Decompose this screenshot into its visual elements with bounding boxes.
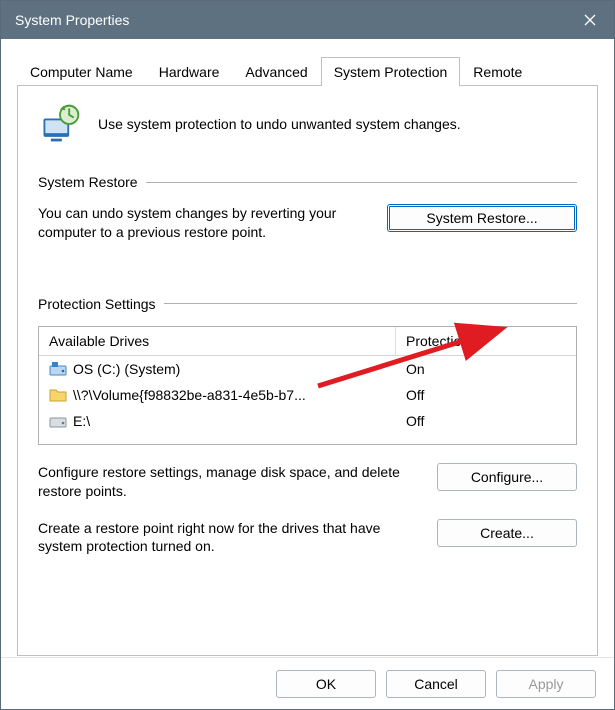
drives-header: Available Drives Protection <box>39 327 576 356</box>
create-row: Create a restore point right now for the… <box>38 519 577 557</box>
system-restore-text: You can undo system changes by reverting… <box>38 204 371 242</box>
col-header-drives[interactable]: Available Drives <box>39 327 396 355</box>
intro-row: Use system protection to undo unwanted s… <box>38 102 577 146</box>
group-divider <box>146 182 577 183</box>
group-label-protection-settings: Protection Settings <box>38 296 156 312</box>
drive-protection: Off <box>396 387 576 403</box>
create-text: Create a restore point right now for the… <box>38 519 421 557</box>
ok-button[interactable]: OK <box>276 670 376 698</box>
apply-button[interactable]: Apply <box>496 670 596 698</box>
window-title: System Properties <box>15 12 129 28</box>
tab-system-protection[interactable]: System Protection <box>321 57 461 86</box>
folder-icon <box>49 387 67 403</box>
group-system-restore: System Restore You can undo system chang… <box>38 174 577 242</box>
drive-name: \\?\Volume{f98832be-a831-4e5b-b7... <box>73 387 306 403</box>
cancel-button[interactable]: Cancel <box>386 670 486 698</box>
col-header-protection[interactable]: Protection <box>396 327 576 355</box>
configure-row: Configure restore settings, manage disk … <box>38 463 577 501</box>
table-row[interactable]: E:\ Off <box>39 408 576 434</box>
titlebar[interactable]: System Properties <box>1 1 614 39</box>
drive-name: OS (C:) (System) <box>73 361 180 377</box>
configure-button[interactable]: Configure... <box>437 463 577 491</box>
tab-panel-system-protection: Use system protection to undo unwanted s… <box>17 85 598 656</box>
dialog-footer: OK Cancel Apply <box>1 657 614 709</box>
table-row[interactable]: OS (C:) (System) On <box>39 356 576 382</box>
tab-hardware[interactable]: Hardware <box>146 57 233 86</box>
close-button[interactable] <box>566 1 614 39</box>
drive-name: E:\ <box>73 413 90 429</box>
tab-advanced[interactable]: Advanced <box>232 57 320 86</box>
intro-text: Use system protection to undo unwanted s… <box>98 116 577 132</box>
create-button[interactable]: Create... <box>437 519 577 547</box>
group-divider <box>164 303 577 304</box>
disk-system-icon <box>49 361 67 377</box>
tabstrip: Computer Name Hardware Advanced System P… <box>1 39 614 86</box>
drive-protection: Off <box>396 413 576 429</box>
close-icon <box>584 14 596 26</box>
group-label-system-restore: System Restore <box>38 174 138 190</box>
system-properties-window: System Properties Computer Name Hardware… <box>0 0 615 710</box>
system-restore-button[interactable]: System Restore... <box>387 204 577 232</box>
drive-protection: On <box>396 361 576 377</box>
disk-icon <box>49 413 67 429</box>
system-protection-icon <box>38 102 82 146</box>
configure-text: Configure restore settings, manage disk … <box>38 463 421 501</box>
tab-remote[interactable]: Remote <box>460 57 535 86</box>
group-protection-settings: Protection Settings Available Drives Pro… <box>38 296 577 557</box>
drives-table: Available Drives Protection OS (C:) (Sys… <box>38 326 577 445</box>
tab-computer-name[interactable]: Computer Name <box>17 57 146 86</box>
table-row[interactable]: \\?\Volume{f98832be-a831-4e5b-b7... Off <box>39 382 576 408</box>
